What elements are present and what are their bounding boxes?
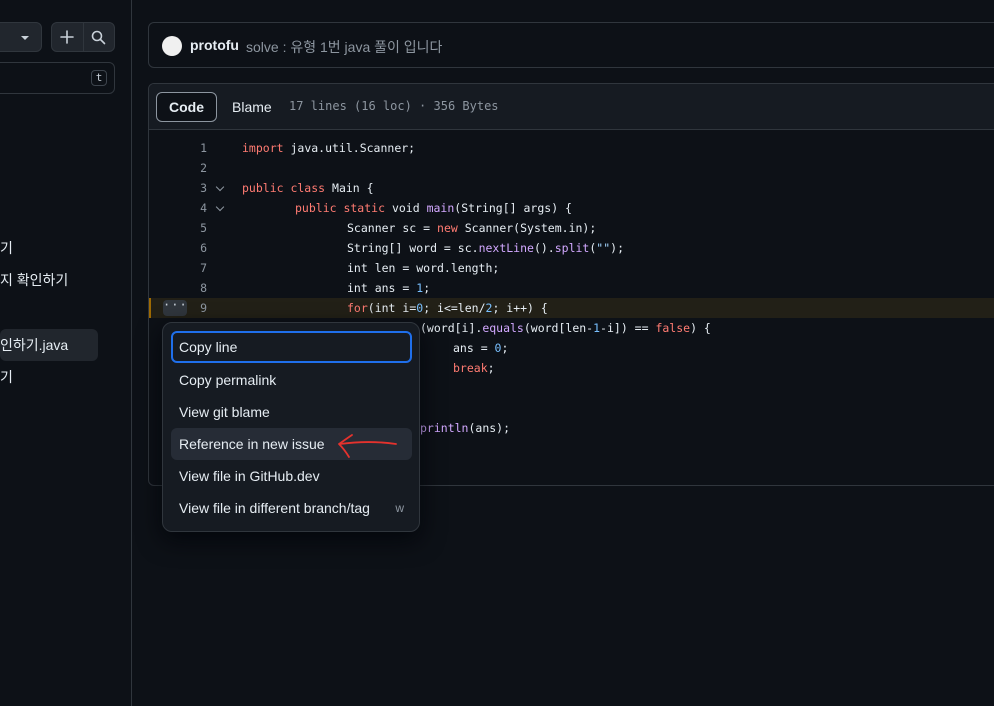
tab-code[interactable]: Code: [156, 92, 217, 122]
code-line: 4 public static void main(String[] args)…: [149, 198, 994, 218]
menu-item-view-in-github-dev[interactable]: View file in GitHub.dev: [171, 460, 412, 492]
tree-item[interactable]: 지 확인하기: [0, 270, 68, 290]
line-number[interactable]: 7: [177, 258, 207, 278]
tree-item-active-file[interactable]: 인하기.java: [0, 329, 98, 361]
file-info: 17 lines (16 loc) · 356 Bytes: [289, 99, 499, 113]
tree-item[interactable]: 기: [0, 238, 13, 258]
line-context-menu: Copy line Copy permalink View git blame …: [162, 322, 420, 532]
plus-icon: [60, 30, 75, 44]
file-tree-sidebar: t 기 지 확인하기 인하기.java 기: [0, 0, 132, 706]
commit-message-link[interactable]: solve : 유형 1번 java 풀이 입니다: [246, 37, 442, 57]
code-line-highlighted: ··· 9 for(int i=0; i<=len/2; i++) {: [149, 298, 994, 318]
caret-down-icon: [21, 36, 29, 40]
line-number[interactable]: 5: [177, 218, 207, 238]
code-line: 1 import java.util.Scanner;: [149, 138, 994, 158]
line-code: int ans = 1;: [347, 281, 431, 295]
line-code: public class Main {: [242, 181, 374, 195]
code-view-header: Code Blame 17 lines (16 loc) · 356 Bytes: [149, 84, 994, 130]
line-number[interactable]: 1: [177, 138, 207, 158]
tree-item[interactable]: 기: [0, 367, 13, 387]
code-line: 6 String[] word = sc.nextLine().split(""…: [149, 238, 994, 258]
code-line: 3 public class Main {: [149, 178, 994, 198]
tab-blame[interactable]: Blame: [219, 92, 285, 122]
line-number[interactable]: 2: [177, 158, 207, 178]
code-line: 2: [149, 158, 994, 178]
code-line: 7 int len = word.length;: [149, 258, 994, 278]
go-to-file-input[interactable]: t: [0, 62, 115, 94]
menu-item-copy-permalink[interactable]: Copy permalink: [171, 364, 412, 396]
commit-author-link[interactable]: protofu: [190, 37, 239, 53]
line-number[interactable]: 6: [177, 238, 207, 258]
menu-item-label: View file in different branch/tag: [179, 500, 370, 516]
line-code: (word[i].equals(word[len-1-i]) == false)…: [420, 321, 711, 335]
add-file-button[interactable]: [52, 23, 83, 51]
code-line: 8 int ans = 1;: [149, 278, 994, 298]
search-icon: [92, 30, 106, 44]
line-code: for(int i=0; i<=len/2; i++) {: [347, 301, 548, 315]
line-code: public static void main(String[] args) {: [295, 201, 572, 215]
view-mode-toggle: Code Blame: [156, 92, 285, 122]
fold-chevron-icon[interactable]: [215, 198, 227, 218]
avatar[interactable]: [162, 36, 182, 56]
fold-chevron-icon[interactable]: [215, 178, 227, 198]
shortcut-key-badge: t: [91, 70, 107, 86]
menu-item-copy-line[interactable]: Copy line: [171, 331, 412, 363]
line-code: println(ans);: [420, 421, 511, 435]
line-number[interactable]: 3: [177, 178, 207, 198]
menu-item-view-git-blame[interactable]: View git blame: [171, 396, 412, 428]
line-code: ans = 0;: [453, 341, 509, 355]
branch-select-button[interactable]: [0, 22, 42, 52]
file-actions-group: [51, 22, 115, 52]
menu-item-view-in-different-branch[interactable]: View file in different branch/tag w: [171, 492, 412, 524]
line-number[interactable]: 4: [177, 198, 207, 218]
line-number[interactable]: 8: [177, 278, 207, 298]
line-code: break;: [453, 361, 495, 375]
line-code: import java.util.Scanner;: [242, 141, 416, 155]
line-code: String[] word = sc.nextLine().split("");: [347, 241, 625, 255]
latest-commit-bar: protofu solve : 유형 1번 java 풀이 입니다: [148, 22, 994, 68]
line-number[interactable]: 9: [177, 298, 207, 318]
line-code: int len = word.length;: [347, 261, 500, 275]
search-button[interactable]: [82, 23, 114, 51]
line-code: Scanner sc = new Scanner(System.in);: [347, 221, 597, 235]
annotation-arrow-icon: [338, 434, 397, 458]
menu-shortcut-hint: w: [395, 501, 404, 515]
code-line: 5 Scanner sc = new Scanner(System.in);: [149, 218, 994, 238]
